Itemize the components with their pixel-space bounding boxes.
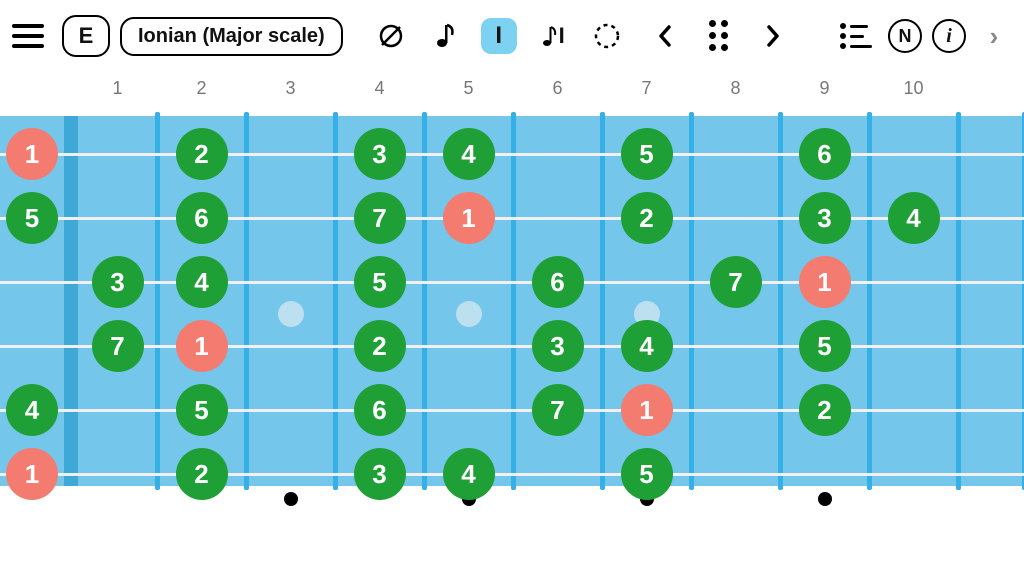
fret-wire xyxy=(600,112,605,490)
note-degree[interactable]: 5 xyxy=(176,384,228,436)
note-degree[interactable]: 6 xyxy=(532,256,584,308)
info-button[interactable]: i xyxy=(932,19,966,53)
note-degree[interactable]: 5 xyxy=(354,256,406,308)
string-line xyxy=(0,409,1024,412)
ladder-icon xyxy=(840,23,872,49)
note-degree[interactable]: 7 xyxy=(354,192,406,244)
note-degree[interactable]: 3 xyxy=(92,256,144,308)
note-degree[interactable]: 4 xyxy=(888,192,940,244)
fret-number: 9 xyxy=(819,78,829,99)
fret-number: 2 xyxy=(196,78,206,99)
note-degree[interactable]: 3 xyxy=(354,128,406,180)
fretboard-inlay xyxy=(278,301,304,327)
note-root[interactable]: 1 xyxy=(799,256,851,308)
note-degree[interactable]: 5 xyxy=(621,128,673,180)
note-degree[interactable]: 4 xyxy=(6,384,58,436)
menu-button[interactable] xyxy=(12,16,52,56)
fret-number: 3 xyxy=(285,78,295,99)
note-degree[interactable]: 2 xyxy=(799,384,851,436)
note-root[interactable]: 1 xyxy=(621,384,673,436)
view-chordtone-button[interactable] xyxy=(589,18,625,54)
fret-wire xyxy=(511,112,516,490)
string-line xyxy=(0,473,1024,476)
pattern-list-button[interactable] xyxy=(838,18,874,54)
fret-wire xyxy=(689,112,694,490)
fret-wire xyxy=(244,112,249,490)
string-line xyxy=(0,217,1024,220)
string-line xyxy=(0,153,1024,156)
note-degree[interactable]: 2 xyxy=(176,448,228,500)
fretboard-nut xyxy=(64,116,78,486)
fret-number: 10 xyxy=(903,78,923,99)
note-degree[interactable]: 2 xyxy=(621,192,673,244)
note-degree[interactable]: 3 xyxy=(532,320,584,372)
note-degree[interactable]: 7 xyxy=(532,384,584,436)
nav-group xyxy=(647,18,791,54)
chevron-left-icon xyxy=(655,23,675,49)
note-degree[interactable]: 4 xyxy=(176,256,228,308)
note-degree[interactable]: 7 xyxy=(710,256,762,308)
dashed-circle-icon xyxy=(593,22,621,50)
note-root[interactable]: 1 xyxy=(443,192,495,244)
note-root[interactable]: 1 xyxy=(6,448,58,500)
prev-button[interactable] xyxy=(647,18,683,54)
view-note-interval-button[interactable]: I xyxy=(535,18,571,54)
note-degree[interactable]: 5 xyxy=(621,448,673,500)
fret-number-row: 1 2 3 4 5 6 7 8 9 10 xyxy=(0,72,1024,106)
fret-marker-dot xyxy=(818,492,832,506)
fret-number: 1 xyxy=(112,78,122,99)
tuning-button[interactable]: N xyxy=(888,19,922,53)
note-degree[interactable]: 2 xyxy=(354,320,406,372)
string-line xyxy=(0,281,1024,284)
note-degree[interactable]: 3 xyxy=(354,448,406,500)
note-degree[interactable]: 5 xyxy=(799,320,851,372)
note-degree[interactable]: 4 xyxy=(621,320,673,372)
note-degree[interactable]: 7 xyxy=(92,320,144,372)
toolbar: E Ionian (Major scale) I I xyxy=(0,0,1024,72)
fretboard[interactable]: 123456567123434567171234545671212345 xyxy=(0,108,1024,508)
note-degree[interactable]: 3 xyxy=(799,192,851,244)
note-degree[interactable]: 4 xyxy=(443,448,495,500)
fret-number: 5 xyxy=(463,78,473,99)
view-interval-button[interactable]: I xyxy=(481,18,517,54)
next-button[interactable] xyxy=(755,18,791,54)
scale-selector[interactable]: Ionian (Major scale) xyxy=(120,17,343,56)
overflow-button[interactable]: › xyxy=(976,18,1012,54)
note-degree[interactable]: 4 xyxy=(443,128,495,180)
key-selector[interactable]: E xyxy=(62,15,110,57)
note-degree[interactable]: 5 xyxy=(6,192,58,244)
chevron-right-icon xyxy=(763,23,783,49)
note-degree[interactable]: 2 xyxy=(176,128,228,180)
eighth-note-icon xyxy=(435,23,455,49)
note-root[interactable]: 1 xyxy=(176,320,228,372)
eighth-note-icon xyxy=(541,24,557,48)
fret-wire xyxy=(155,112,160,490)
note-degree[interactable]: 6 xyxy=(799,128,851,180)
interval-letter: I xyxy=(559,23,565,49)
fret-number: 7 xyxy=(641,78,651,99)
fret-wire xyxy=(867,112,872,490)
view-note-button[interactable] xyxy=(427,18,463,54)
note-root[interactable]: 1 xyxy=(6,128,58,180)
positions-button[interactable] xyxy=(701,18,737,54)
empty-set-icon xyxy=(378,23,404,49)
note-degree[interactable]: 6 xyxy=(354,384,406,436)
view-mode-group: I I xyxy=(373,18,625,54)
fret-number: 8 xyxy=(730,78,740,99)
string-line xyxy=(0,345,1024,348)
fret-number: 6 xyxy=(552,78,562,99)
fret-wire xyxy=(422,112,427,490)
fret-number: 4 xyxy=(374,78,384,99)
view-empty-button[interactable] xyxy=(373,18,409,54)
fret-wire xyxy=(778,112,783,490)
note-degree[interactable]: 6 xyxy=(176,192,228,244)
fretboard-inlay xyxy=(456,301,482,327)
fret-wire xyxy=(956,112,961,490)
grid-dots-icon xyxy=(709,20,729,52)
fret-marker-dot xyxy=(284,492,298,506)
fret-wire xyxy=(333,112,338,490)
